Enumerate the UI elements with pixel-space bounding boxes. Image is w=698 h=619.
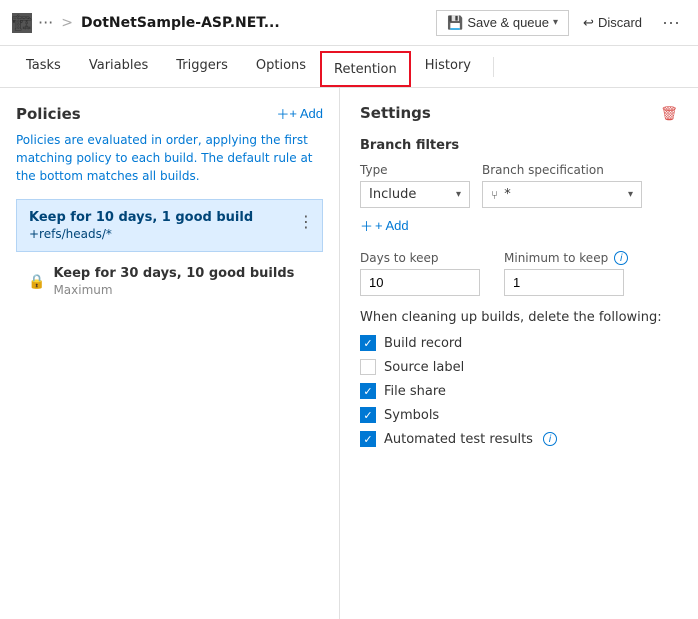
type-label: Type bbox=[360, 163, 470, 177]
branch-icon: ⑂ bbox=[491, 188, 498, 202]
checkbox-file-share: File share bbox=[360, 383, 678, 399]
days-to-keep-col: Days to keep bbox=[360, 251, 480, 296]
min-to-keep-col: Minimum to keep i bbox=[504, 251, 628, 296]
add-filter-plus-icon: ＋ bbox=[360, 216, 373, 235]
topbar-actions: 💾 Save & queue ▾ ↩ Discard ··· bbox=[436, 10, 686, 36]
retention-fields-row: Days to keep Minimum to keep i bbox=[360, 251, 678, 296]
trash-icon: 🗑 bbox=[660, 105, 678, 121]
automated-test-info-icon[interactable]: i bbox=[543, 432, 557, 446]
tab-options[interactable]: Options bbox=[242, 46, 320, 87]
topbar: 🏗 ··· > DotNetSample-ASP.NET... 💾 Save &… bbox=[0, 0, 698, 46]
main-content: Policies ＋ + Add Policies are evaluated … bbox=[0, 88, 698, 619]
checkbox-source-label: Source label bbox=[360, 359, 678, 375]
policies-description: Policies are evaluated in order, applyin… bbox=[16, 131, 323, 185]
add-filter-button[interactable]: ＋ + Add bbox=[360, 216, 409, 235]
topbar-overflow-button[interactable]: ··· bbox=[656, 10, 686, 35]
type-filter-col: Type Include ▾ bbox=[360, 163, 470, 208]
tab-triggers[interactable]: Triggers bbox=[162, 46, 242, 87]
checkbox-automated-test: Automated test results i bbox=[360, 431, 678, 447]
source-label-label: Source label bbox=[384, 360, 464, 375]
breadcrumb-separator: > bbox=[61, 15, 73, 31]
plus-icon: ＋ bbox=[276, 104, 289, 123]
days-to-keep-input[interactable] bbox=[360, 269, 480, 296]
source-label-checkbox[interactable] bbox=[360, 359, 376, 375]
policies-header: Policies ＋ + Add bbox=[16, 104, 323, 123]
default-policy-name: Keep for 30 days, 10 good builds bbox=[53, 266, 294, 281]
filter-row: Type Include ▾ Branch specification ⑂ * … bbox=[360, 163, 678, 208]
days-to-keep-label: Days to keep bbox=[360, 251, 480, 265]
policy-item-1[interactable]: Keep for 10 days, 1 good build +refs/hea… bbox=[16, 199, 323, 252]
branch-filters-section: Branch filters Type Include ▾ Branch spe… bbox=[360, 138, 678, 235]
tab-history[interactable]: History bbox=[411, 46, 485, 87]
policies-title: Policies bbox=[16, 105, 81, 123]
type-dropdown-icon: ▾ bbox=[456, 189, 461, 200]
lock-icon: 🔒 bbox=[28, 274, 45, 290]
branch-spec-input[interactable]: ⑂ * ▾ bbox=[482, 181, 642, 208]
left-panel: Policies ＋ + Add Policies are evaluated … bbox=[0, 88, 340, 619]
min-to-keep-label: Minimum to keep i bbox=[504, 251, 628, 265]
branch-spec-label: Branch specification bbox=[482, 163, 642, 177]
nav-tabs: Tasks Variables Triggers Options Retenti… bbox=[0, 46, 698, 88]
build-record-label: Build record bbox=[384, 336, 462, 351]
min-to-keep-input[interactable] bbox=[504, 269, 624, 296]
topbar-more-icon[interactable]: ··· bbox=[38, 13, 53, 32]
tab-variables[interactable]: Variables bbox=[75, 46, 162, 87]
policy-item-default[interactable]: 🔒 Keep for 30 days, 10 good builds Maxim… bbox=[16, 256, 323, 307]
policy-1-overflow-icon[interactable]: ⋮ bbox=[298, 212, 314, 231]
discard-button[interactable]: ↩ Discard bbox=[575, 11, 650, 35]
branch-spec-dropdown-icon: ▾ bbox=[628, 189, 633, 200]
right-panel: Settings 🗑 Branch filters Type Include ▾… bbox=[340, 88, 698, 619]
save-icon: 💾 bbox=[447, 15, 463, 31]
min-to-keep-info-icon[interactable]: i bbox=[614, 251, 628, 265]
build-icon: 🏗 bbox=[12, 13, 32, 33]
save-dropdown-icon: ▾ bbox=[553, 17, 558, 28]
settings-header: Settings 🗑 bbox=[360, 104, 678, 122]
symbols-checkbox[interactable] bbox=[360, 407, 376, 423]
tab-tasks[interactable]: Tasks bbox=[12, 46, 75, 87]
branch-spec-col: Branch specification ⑂ * ▾ bbox=[482, 163, 642, 208]
symbols-label: Symbols bbox=[384, 408, 439, 423]
default-policy-sub: Maximum bbox=[53, 283, 294, 297]
settings-title: Settings bbox=[360, 104, 431, 122]
checkbox-symbols: Symbols bbox=[360, 407, 678, 423]
undo-icon: ↩ bbox=[583, 15, 594, 31]
pipeline-title: DotNetSample-ASP.NET... bbox=[81, 15, 280, 31]
policy-1-sub: +refs/heads/* bbox=[29, 227, 310, 241]
delete-button[interactable]: 🗑 bbox=[660, 105, 678, 122]
tab-retention[interactable]: Retention bbox=[320, 51, 411, 87]
file-share-checkbox[interactable] bbox=[360, 383, 376, 399]
branch-filters-label: Branch filters bbox=[360, 138, 678, 153]
policy-1-name: Keep for 10 days, 1 good build bbox=[29, 210, 310, 225]
tab-divider bbox=[493, 57, 494, 77]
file-share-label: File share bbox=[384, 384, 446, 399]
checkbox-build-record: Build record bbox=[360, 335, 678, 351]
type-select[interactable]: Include ▾ bbox=[360, 181, 470, 208]
build-record-checkbox[interactable] bbox=[360, 335, 376, 351]
add-policy-button[interactable]: ＋ + Add bbox=[276, 104, 323, 123]
save-queue-button[interactable]: 💾 Save & queue ▾ bbox=[436, 10, 569, 36]
automated-test-checkbox[interactable] bbox=[360, 431, 376, 447]
automated-test-label: Automated test results bbox=[384, 432, 533, 447]
delete-section-label: When cleaning up builds, delete the foll… bbox=[360, 310, 678, 325]
